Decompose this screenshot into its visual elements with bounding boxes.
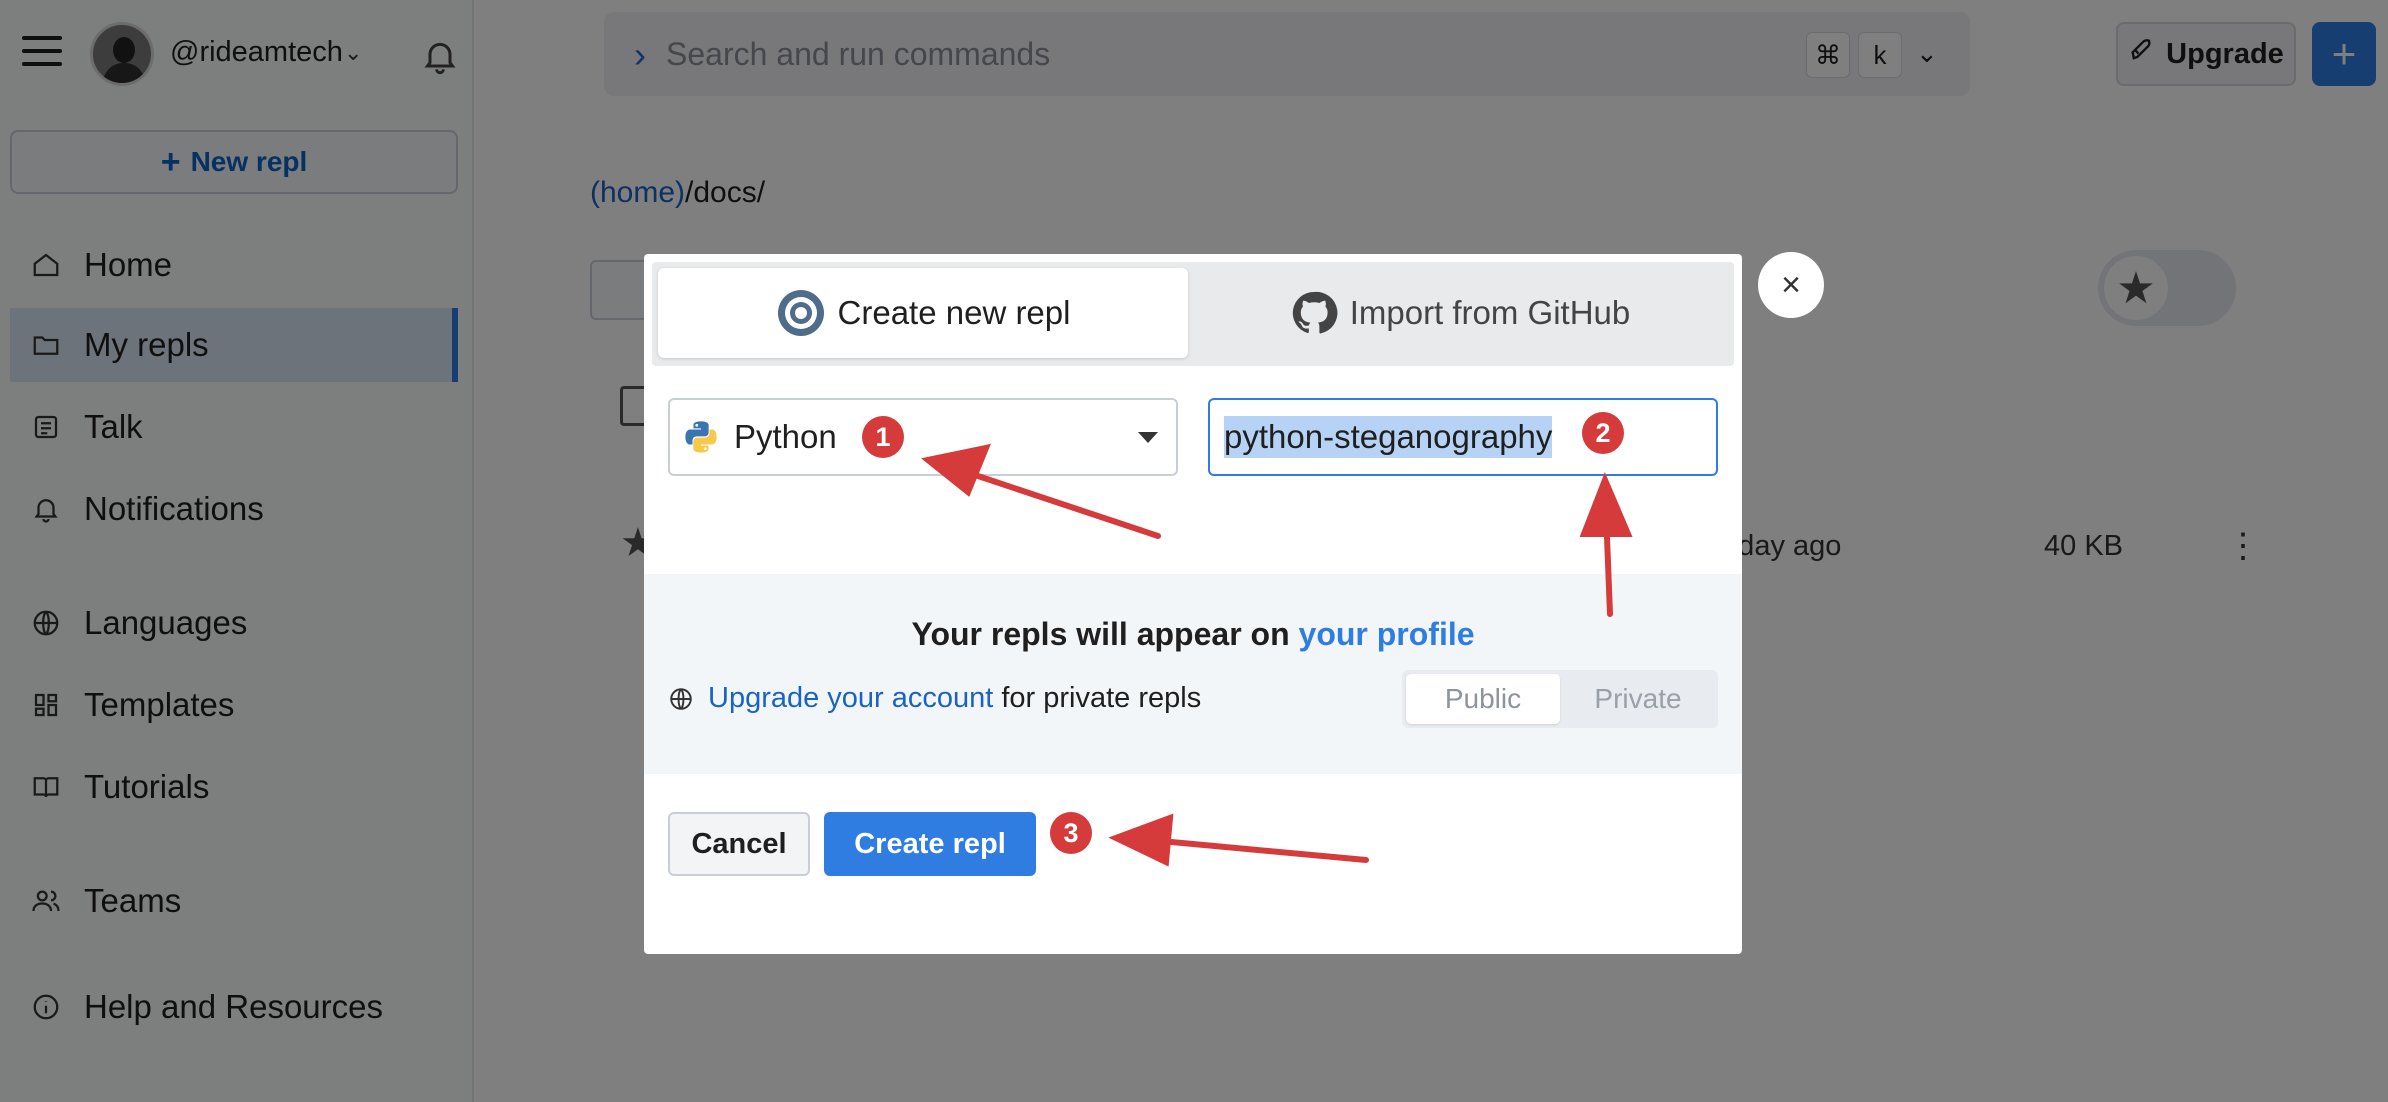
language-value: Python	[734, 418, 837, 455]
private-option[interactable]: Private	[1562, 674, 1714, 724]
repl-name-input[interactable]: python-steganography	[1208, 398, 1718, 476]
create-repl-modal: Create new repl Import from GitHub Pytho…	[644, 254, 1742, 954]
tab-label: Import from GitHub	[1349, 294, 1631, 331]
step-badge-2: 2	[1582, 412, 1624, 454]
close-icon[interactable]: ×	[1758, 252, 1824, 318]
upgrade-line-suffix: for private repls	[1001, 682, 1202, 714]
repl-name-value: python-steganography	[1224, 416, 1553, 458]
replit-logo-icon	[776, 288, 826, 338]
visibility-heading-text: Your repls will appear on	[911, 616, 1290, 652]
python-logo-icon	[684, 420, 718, 454]
language-select[interactable]: Python	[668, 398, 1178, 476]
tab-label: Create new repl	[837, 294, 1071, 331]
visibility-toggle: Public Private	[1402, 670, 1718, 728]
caret-down-icon	[1138, 432, 1158, 443]
upgrade-account-link[interactable]: Upgrade your account	[708, 682, 993, 715]
public-option[interactable]: Public	[1406, 674, 1560, 724]
tab-create-new-repl[interactable]: Create new repl	[658, 268, 1188, 358]
upgrade-line: Upgrade your account for private repls	[668, 682, 1201, 715]
visibility-section: Your repls will appear on your profile U…	[644, 574, 1742, 774]
step-badge-1: 1	[862, 416, 904, 458]
create-repl-button[interactable]: Create repl	[824, 812, 1036, 876]
step-badge-3: 3	[1050, 812, 1092, 854]
github-icon	[1290, 289, 1338, 337]
globe-icon	[668, 686, 694, 712]
your-profile-link[interactable]: your profile	[1299, 616, 1475, 652]
cancel-button[interactable]: Cancel	[668, 812, 810, 876]
modal-tabs: Create new repl Import from GitHub	[652, 262, 1734, 366]
tab-import-from-github[interactable]: Import from GitHub	[1190, 268, 1730, 358]
visibility-heading: Your repls will appear on your profile	[644, 616, 1742, 653]
